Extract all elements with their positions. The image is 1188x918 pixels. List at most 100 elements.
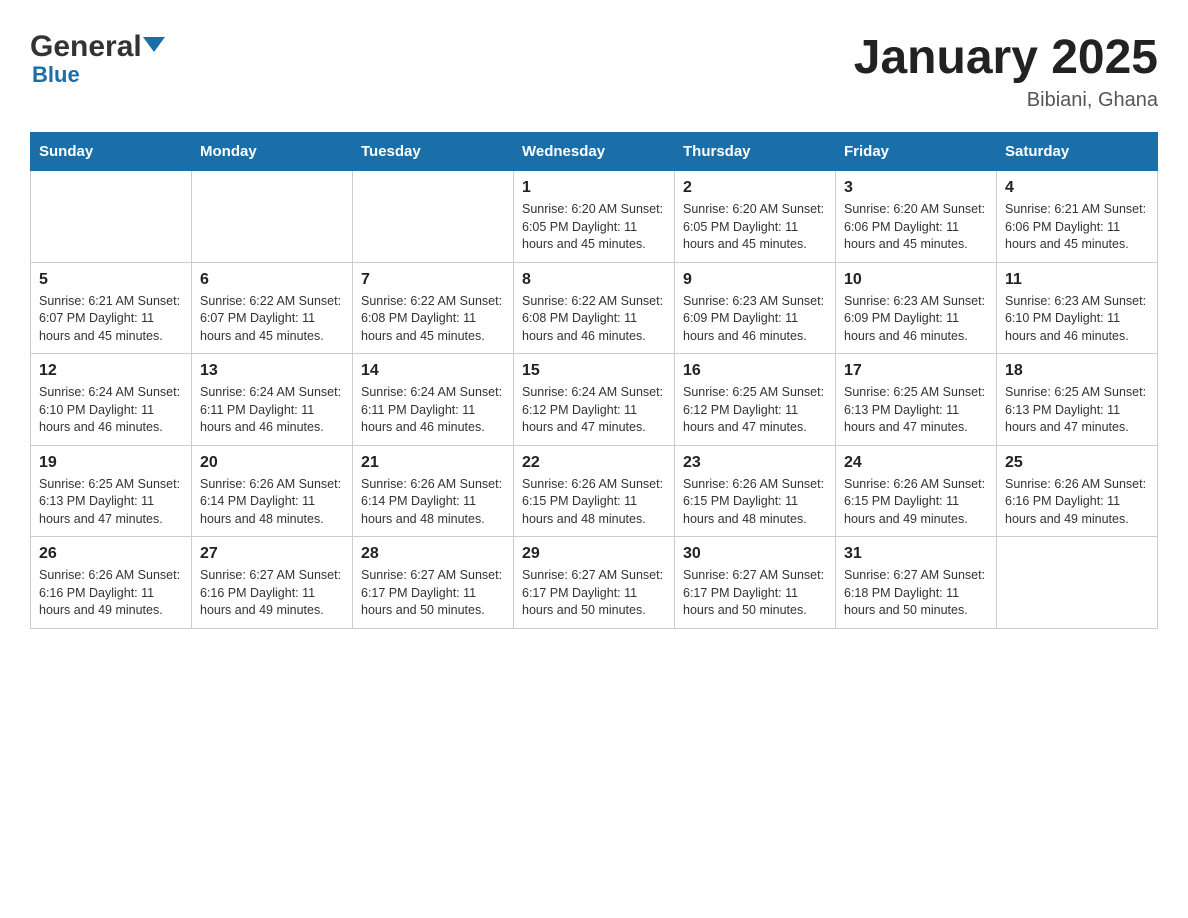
calendar-cell: 8Sunrise: 6:22 AM Sunset: 6:08 PM Daylig… <box>514 262 675 354</box>
day-number: 19 <box>39 454 183 472</box>
day-info: Sunrise: 6:23 AM Sunset: 6:10 PM Dayligh… <box>1005 293 1149 346</box>
day-number: 28 <box>361 545 505 563</box>
calendar-cell: 27Sunrise: 6:27 AM Sunset: 6:16 PM Dayli… <box>192 537 353 629</box>
day-info: Sunrise: 6:20 AM Sunset: 6:05 PM Dayligh… <box>683 201 827 254</box>
day-info: Sunrise: 6:27 AM Sunset: 6:17 PM Dayligh… <box>522 567 666 620</box>
day-number: 4 <box>1005 179 1149 197</box>
calendar-day-header: Tuesday <box>353 133 514 171</box>
calendar-cell: 20Sunrise: 6:26 AM Sunset: 6:14 PM Dayli… <box>192 445 353 537</box>
calendar-week-row: 12 Sunrise: 6:24 AM Sunset: 6:10 PM Dayli… <box>31 354 1158 446</box>
calendar-table: SundayMondayTuesdayWednesdayThursdayFrid… <box>30 132 1158 629</box>
day-number: 10 <box>844 271 988 289</box>
calendar-cell: 17 Sunrise: 6:25 AM Sunset: 6:13 PM Dayli… <box>836 354 997 446</box>
calendar-header-row: SundayMondayTuesdayWednesdayThursdayFrid… <box>31 133 1158 171</box>
day-number: 12 <box>39 362 183 380</box>
calendar-cell: 28 Sunrise: 6:27 AM Sunset: 6:17 PM Dayli… <box>353 537 514 629</box>
calendar-cell: 25 Sunrise: 6:26 AM Sunset: 6:16 PM Dayli… <box>997 445 1158 537</box>
calendar-day-header: Wednesday <box>514 133 675 171</box>
calendar-cell <box>353 171 514 263</box>
calendar-cell: 13Sunrise: 6:24 AM Sunset: 6:11 PM Dayli… <box>192 354 353 446</box>
calendar-cell <box>192 171 353 263</box>
calendar-cell: 16 Sunrise: 6:25 AM Sunset: 6:12 PM Dayli… <box>675 354 836 446</box>
month-title: January 2025 <box>854 30 1158 85</box>
day-number: 29 <box>522 545 666 563</box>
calendar-day-header: Thursday <box>675 133 836 171</box>
day-info: Sunrise: 6:26 AM Sunset: 6:15 PM Dayligh… <box>844 476 988 529</box>
day-number: 17 <box>844 362 988 380</box>
day-info: Sunrise: 6:23 AM Sunset: 6:09 PM Dayligh… <box>683 293 827 346</box>
calendar-cell: 21 Sunrise: 6:26 AM Sunset: 6:14 PM Dayli… <box>353 445 514 537</box>
day-number: 23 <box>683 454 827 472</box>
calendar-week-row: 26 Sunrise: 6:26 AM Sunset: 6:16 PM Dayli… <box>31 537 1158 629</box>
calendar-day-header: Monday <box>192 133 353 171</box>
calendar-cell: 22 Sunrise: 6:26 AM Sunset: 6:15 PM Dayli… <box>514 445 675 537</box>
title-section: January 2025 Bibiani, Ghana <box>854 30 1158 112</box>
calendar-cell: 6Sunrise: 6:22 AM Sunset: 6:07 PM Daylig… <box>192 262 353 354</box>
day-info: Sunrise: 6:26 AM Sunset: 6:15 PM Dayligh… <box>522 476 666 529</box>
day-info: Sunrise: 6:23 AM Sunset: 6:09 PM Dayligh… <box>844 293 988 346</box>
day-number: 7 <box>361 271 505 289</box>
logo: General Blue <box>30 30 165 88</box>
calendar-cell: 15 Sunrise: 6:24 AM Sunset: 6:12 PM Dayli… <box>514 354 675 446</box>
day-info: Sunrise: 6:21 AM Sunset: 6:06 PM Dayligh… <box>1005 201 1149 254</box>
calendar-cell: 1 Sunrise: 6:20 AM Sunset: 6:05 PM Daylig… <box>514 171 675 263</box>
calendar-cell: 23 Sunrise: 6:26 AM Sunset: 6:15 PM Dayli… <box>675 445 836 537</box>
calendar-cell: 9Sunrise: 6:23 AM Sunset: 6:09 PM Daylig… <box>675 262 836 354</box>
day-number: 20 <box>200 454 344 472</box>
day-number: 24 <box>844 454 988 472</box>
calendar-week-row: 19 Sunrise: 6:25 AM Sunset: 6:13 PM Dayli… <box>31 445 1158 537</box>
day-info: Sunrise: 6:27 AM Sunset: 6:17 PM Dayligh… <box>683 567 827 620</box>
logo-blue-text: Blue <box>30 62 80 88</box>
day-number: 26 <box>39 545 183 563</box>
day-info: Sunrise: 6:25 AM Sunset: 6:12 PM Dayligh… <box>683 384 827 437</box>
day-info: Sunrise: 6:24 AM Sunset: 6:11 PM Dayligh… <box>361 384 505 437</box>
day-number: 30 <box>683 545 827 563</box>
day-info: Sunrise: 6:27 AM Sunset: 6:16 PM Dayligh… <box>200 567 344 620</box>
calendar-cell: 24 Sunrise: 6:26 AM Sunset: 6:15 PM Dayli… <box>836 445 997 537</box>
day-info: Sunrise: 6:25 AM Sunset: 6:13 PM Dayligh… <box>844 384 988 437</box>
day-number: 21 <box>361 454 505 472</box>
calendar-cell: 7 Sunrise: 6:22 AM Sunset: 6:08 PM Daylig… <box>353 262 514 354</box>
day-info: Sunrise: 6:27 AM Sunset: 6:17 PM Dayligh… <box>361 567 505 620</box>
day-info: Sunrise: 6:26 AM Sunset: 6:15 PM Dayligh… <box>683 476 827 529</box>
calendar-cell: 19 Sunrise: 6:25 AM Sunset: 6:13 PM Dayli… <box>31 445 192 537</box>
calendar-cell <box>31 171 192 263</box>
logo-general-text: General <box>30 30 142 64</box>
location-text: Bibiani, Ghana <box>854 89 1158 112</box>
day-number: 25 <box>1005 454 1149 472</box>
day-info: Sunrise: 6:27 AM Sunset: 6:18 PM Dayligh… <box>844 567 988 620</box>
day-number: 14 <box>361 362 505 380</box>
day-info: Sunrise: 6:22 AM Sunset: 6:07 PM Dayligh… <box>200 293 344 346</box>
calendar-cell: 14 Sunrise: 6:24 AM Sunset: 6:11 PM Dayli… <box>353 354 514 446</box>
day-info: Sunrise: 6:24 AM Sunset: 6:12 PM Dayligh… <box>522 384 666 437</box>
page-header: General Blue January 2025 Bibiani, Ghana <box>30 30 1158 112</box>
calendar-cell: 2Sunrise: 6:20 AM Sunset: 6:05 PM Daylig… <box>675 171 836 263</box>
calendar-cell: 11Sunrise: 6:23 AM Sunset: 6:10 PM Dayli… <box>997 262 1158 354</box>
day-info: Sunrise: 6:26 AM Sunset: 6:16 PM Dayligh… <box>1005 476 1149 529</box>
day-info: Sunrise: 6:24 AM Sunset: 6:10 PM Dayligh… <box>39 384 183 437</box>
calendar-week-row: 5 Sunrise: 6:21 AM Sunset: 6:07 PM Daylig… <box>31 262 1158 354</box>
calendar-cell: 30 Sunrise: 6:27 AM Sunset: 6:17 PM Dayli… <box>675 537 836 629</box>
day-info: Sunrise: 6:21 AM Sunset: 6:07 PM Dayligh… <box>39 293 183 346</box>
day-number: 5 <box>39 271 183 289</box>
calendar-cell: 12 Sunrise: 6:24 AM Sunset: 6:10 PM Dayli… <box>31 354 192 446</box>
calendar-cell: 26 Sunrise: 6:26 AM Sunset: 6:16 PM Dayli… <box>31 537 192 629</box>
calendar-day-header: Sunday <box>31 133 192 171</box>
calendar-week-row: 1 Sunrise: 6:20 AM Sunset: 6:05 PM Daylig… <box>31 171 1158 263</box>
calendar-cell: 3Sunrise: 6:20 AM Sunset: 6:06 PM Daylig… <box>836 171 997 263</box>
day-info: Sunrise: 6:22 AM Sunset: 6:08 PM Dayligh… <box>361 293 505 346</box>
day-number: 1 <box>522 179 666 197</box>
calendar-day-header: Saturday <box>997 133 1158 171</box>
day-info: Sunrise: 6:20 AM Sunset: 6:05 PM Dayligh… <box>522 201 666 254</box>
day-number: 16 <box>683 362 827 380</box>
calendar-cell <box>997 537 1158 629</box>
day-info: Sunrise: 6:26 AM Sunset: 6:16 PM Dayligh… <box>39 567 183 620</box>
day-number: 22 <box>522 454 666 472</box>
calendar-cell: 29 Sunrise: 6:27 AM Sunset: 6:17 PM Dayli… <box>514 537 675 629</box>
day-number: 13 <box>200 362 344 380</box>
calendar-cell: 31 Sunrise: 6:27 AM Sunset: 6:18 PM Dayli… <box>836 537 997 629</box>
day-info: Sunrise: 6:26 AM Sunset: 6:14 PM Dayligh… <box>361 476 505 529</box>
day-info: Sunrise: 6:25 AM Sunset: 6:13 PM Dayligh… <box>39 476 183 529</box>
day-number: 31 <box>844 545 988 563</box>
day-number: 15 <box>522 362 666 380</box>
